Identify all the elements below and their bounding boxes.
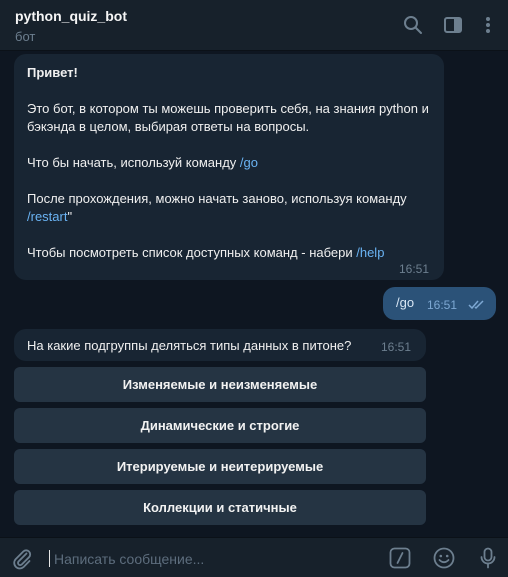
chat-header: python_quiz_bot бот — [0, 0, 508, 51]
restart-command-link[interactable]: /restart — [27, 209, 67, 224]
sidebar-toggle-icon[interactable] — [442, 14, 464, 36]
message-list[interactable]: Привет! Это бот, в котором ты можешь про… — [0, 51, 508, 534]
start-instruction: Что бы начать, используй команду /go — [27, 154, 437, 172]
message-input[interactable] — [52, 547, 376, 571]
search-icon[interactable] — [402, 14, 424, 36]
answer-button-4[interactable]: Коллекции и статичные — [14, 490, 426, 525]
message-time: 16:51 — [381, 340, 412, 354]
outgoing-message: /go 16:51 — [383, 287, 496, 320]
message-composer — [0, 537, 508, 577]
answer-button-3[interactable]: Итерируемые и неитерируемые — [14, 449, 426, 484]
start-instruction-text: Что бы начать, используй команду — [27, 155, 240, 170]
intro-description: Это бот, в котором ты можешь проверить с… — [27, 101, 429, 134]
message-time: 16:51 — [399, 262, 430, 276]
go-command-link[interactable]: /go — [240, 155, 258, 170]
answer-button-2[interactable]: Динамические и строгие — [14, 408, 426, 443]
restart-instruction: После прохождения, можно начать заново, … — [27, 190, 437, 226]
emoji-icon[interactable] — [432, 546, 456, 570]
text-cursor — [49, 550, 50, 567]
read-checkmarks-icon — [468, 300, 484, 310]
restart-instruction-text: После прохождения, можно начать заново, … — [27, 191, 407, 206]
message-time: 16:51 — [427, 298, 458, 312]
chat-status: бот — [15, 29, 36, 44]
bot-commands-icon[interactable] — [388, 546, 412, 570]
outgoing-message-text: /go — [396, 295, 415, 310]
question-text: На какие подгруппы деляться типы данных … — [27, 338, 352, 353]
help-instruction-text: Чтобы посмотреть список доступных команд… — [27, 245, 357, 260]
greeting-text: Привет! — [27, 65, 78, 80]
help-command-link[interactable]: /help — [356, 245, 384, 260]
answer-button-1[interactable]: Изменяемые и неизменяемые — [14, 367, 426, 402]
restart-instruction-suffix: " — [67, 209, 73, 224]
incoming-message-intro: Привет! Это бот, в котором ты можешь про… — [14, 54, 444, 280]
attach-icon[interactable] — [10, 547, 34, 571]
incoming-message-question: На какие подгруппы деляться типы данных … — [14, 329, 426, 361]
chat-title[interactable]: python_quiz_bot — [15, 8, 127, 24]
more-vertical-icon[interactable] — [477, 14, 499, 36]
microphone-icon[interactable] — [476, 546, 500, 570]
help-instruction: Чтобы посмотреть список доступных команд… — [27, 244, 437, 262]
